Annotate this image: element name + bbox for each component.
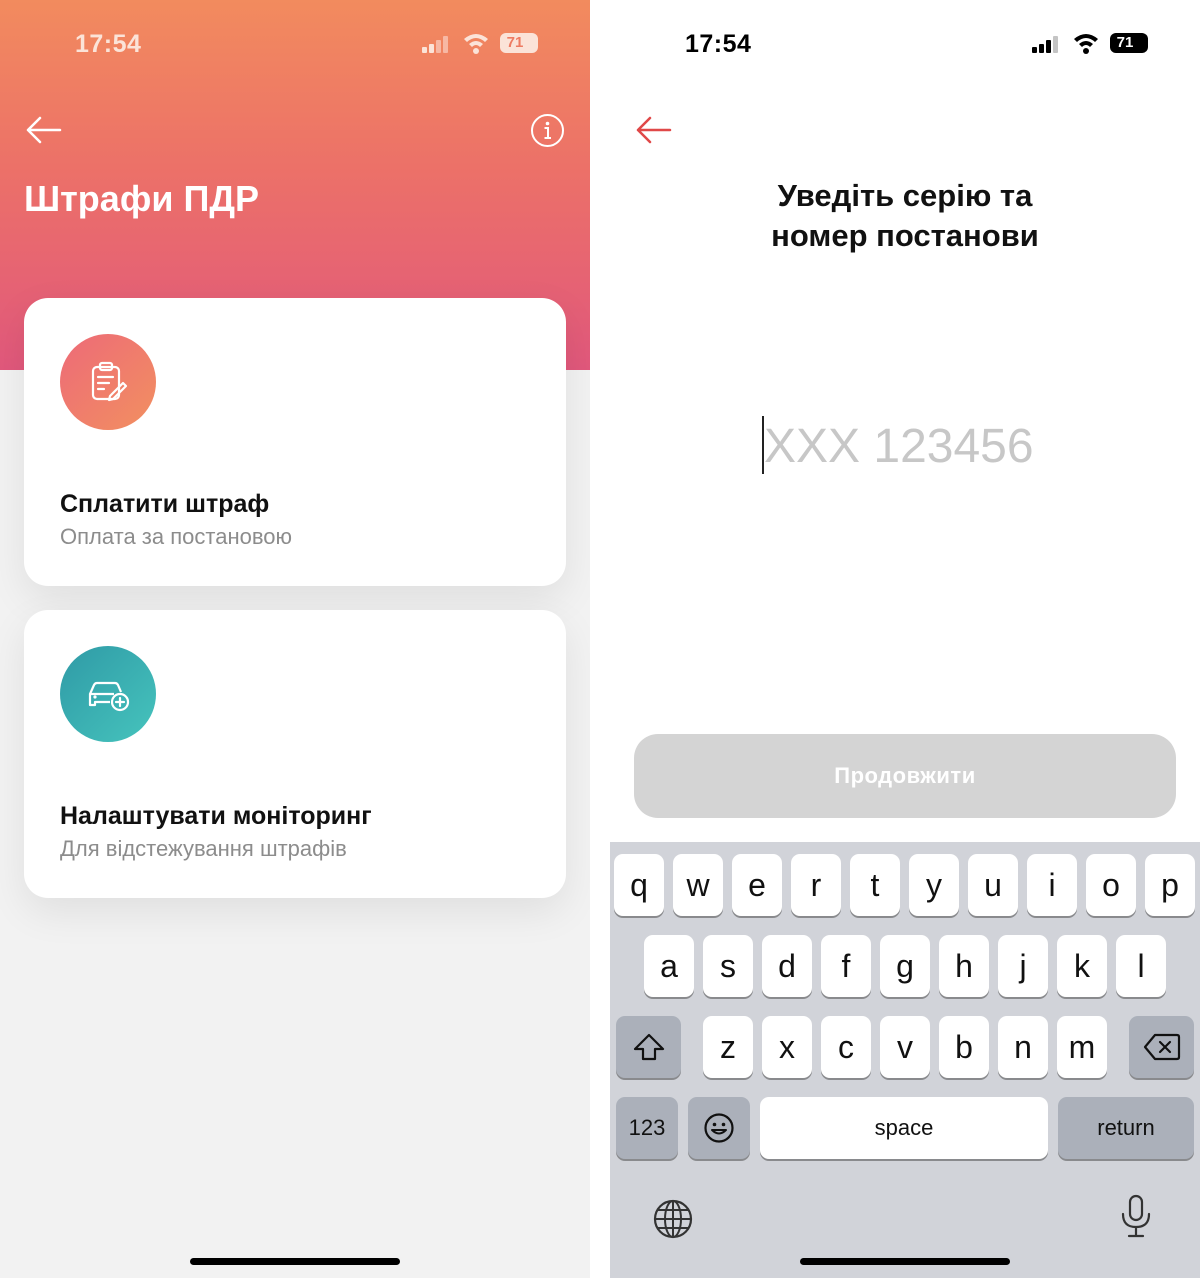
key-x[interactable]: x: [762, 1016, 812, 1078]
wifi-icon: [464, 34, 488, 54]
resolution-number-input[interactable]: [760, 416, 1060, 476]
key-e[interactable]: e: [732, 854, 782, 916]
car-add-icon: [88, 681, 130, 712]
numbers-key[interactable]: 123: [616, 1097, 678, 1159]
wifi-icon: [1074, 34, 1098, 54]
pay-fine-card[interactable]: Сплатити штраф Оплата за постановою: [24, 298, 566, 586]
key-c[interactable]: c: [821, 1016, 871, 1078]
key-h[interactable]: h: [939, 935, 989, 997]
back-arrow-icon[interactable]: [24, 114, 64, 146]
status-time: 17:54: [75, 30, 142, 58]
back-arrow-icon[interactable]: [634, 114, 674, 146]
shift-key[interactable]: [616, 1016, 681, 1078]
monitoring-title: Налаштувати моніторинг: [60, 802, 372, 830]
space-key[interactable]: space: [760, 1097, 1048, 1159]
key-o[interactable]: o: [1086, 854, 1136, 916]
key-m[interactable]: m: [1057, 1016, 1107, 1078]
page-title: Штрафи ПДР: [24, 178, 259, 219]
title-line-1: Уведіть серію та: [777, 178, 1033, 213]
home-indicator[interactable]: [190, 1258, 400, 1265]
key-n[interactable]: n: [998, 1016, 1048, 1078]
signal-icon: [1032, 36, 1058, 53]
microphone-icon[interactable]: [1119, 1194, 1153, 1240]
return-key[interactable]: return: [1058, 1097, 1194, 1159]
enter-number-screen: 17:54 71 Уведіть серію та номер постанов…: [610, 0, 1200, 1278]
continue-button[interactable]: Продовжити: [634, 734, 1176, 818]
backspace-key[interactable]: [1129, 1016, 1194, 1078]
globe-icon[interactable]: [652, 1198, 694, 1240]
key-j[interactable]: j: [998, 935, 1048, 997]
text-cursor: [762, 416, 764, 474]
key-i[interactable]: i: [1027, 854, 1077, 916]
key-u[interactable]: u: [968, 854, 1018, 916]
status-time: 17:54: [685, 30, 752, 58]
key-d[interactable]: d: [762, 935, 812, 997]
backspace-icon: [1143, 1033, 1180, 1061]
key-z[interactable]: z: [703, 1016, 753, 1078]
monitoring-subtitle: Для відстежування штрафів: [60, 836, 347, 861]
battery-icon: 71: [500, 33, 538, 53]
key-p[interactable]: p: [1145, 854, 1195, 916]
status-bar: 17:54 71: [0, 0, 590, 90]
key-f[interactable]: f: [821, 935, 871, 997]
key-v[interactable]: v: [880, 1016, 930, 1078]
keyboard: q w e r t y u i o p a s d f g h j k l z …: [610, 842, 1200, 1278]
status-bar: 17:54 71: [610, 0, 1200, 90]
key-y[interactable]: y: [909, 854, 959, 916]
pay-fine-icon-circle: [60, 334, 156, 430]
key-l[interactable]: l: [1116, 935, 1166, 997]
key-w[interactable]: w: [673, 854, 723, 916]
key-t[interactable]: t: [850, 854, 900, 916]
shift-icon: [633, 1033, 664, 1061]
info-icon[interactable]: [530, 113, 565, 148]
key-s[interactable]: s: [703, 935, 753, 997]
fines-menu-screen: 17:54 71 Штрафи ПДР Сплатити штраф Оплат…: [0, 0, 590, 1278]
screen-divider: [590, 0, 610, 1278]
key-k[interactable]: k: [1057, 935, 1107, 997]
key-g[interactable]: g: [880, 935, 930, 997]
pay-fine-subtitle: Оплата за постановою: [60, 524, 292, 549]
clipboard-edit-icon: [91, 361, 128, 402]
emoji-icon: [704, 1113, 734, 1143]
key-b[interactable]: b: [939, 1016, 989, 1078]
title-line-2: номер постанови: [771, 218, 1039, 253]
emoji-key[interactable]: [688, 1097, 750, 1159]
home-indicator[interactable]: [800, 1258, 1010, 1265]
battery-icon: 71: [1110, 33, 1148, 53]
monitoring-card[interactable]: Налаштувати моніторинг Для відстежування…: [24, 610, 566, 898]
signal-icon: [422, 36, 448, 53]
key-r[interactable]: r: [791, 854, 841, 916]
pay-fine-title: Сплатити штраф: [60, 490, 270, 518]
key-a[interactable]: a: [644, 935, 694, 997]
key-q[interactable]: q: [614, 854, 664, 916]
page-title: Уведіть серію та номер постанови: [610, 176, 1200, 256]
monitoring-icon-circle: [60, 646, 156, 742]
